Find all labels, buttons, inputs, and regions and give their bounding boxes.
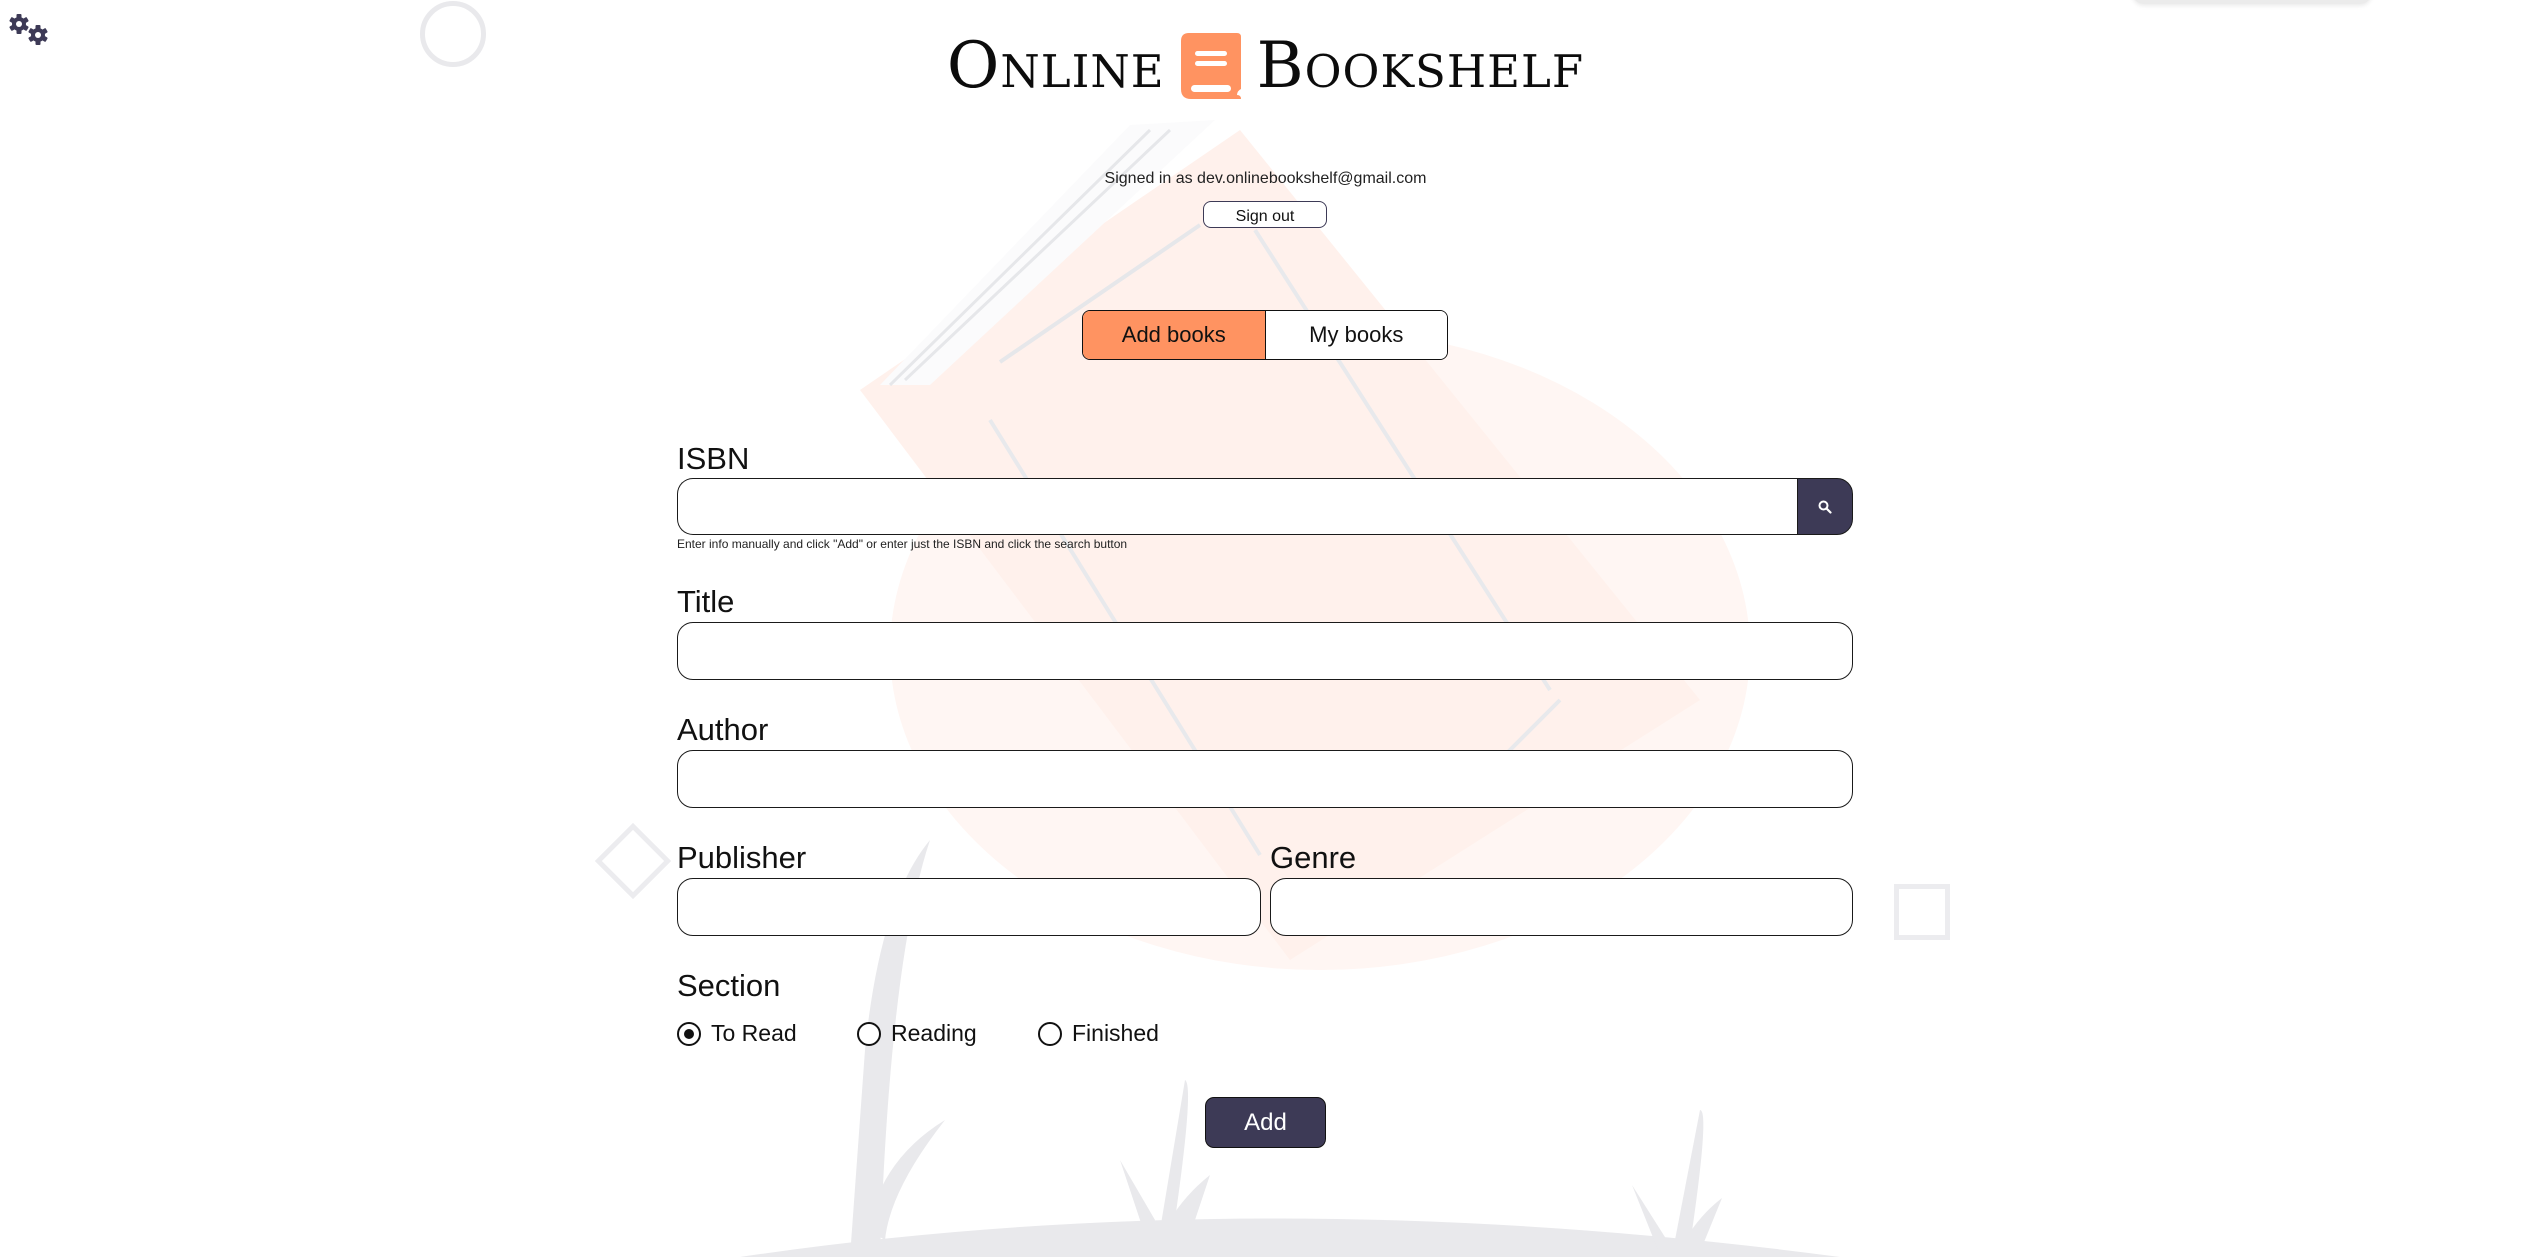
- app-logo: Online Bookshelf: [0, 30, 2531, 102]
- tab-add-books[interactable]: Add books: [1083, 311, 1266, 359]
- radio-label: Finished: [1072, 1020, 1159, 1046]
- radio-reading[interactable]: Reading: [857, 1020, 1038, 1047]
- background-hill: [740, 1218, 1840, 1257]
- radio-finished[interactable]: Finished: [1038, 1020, 1159, 1047]
- section-radio-group: To Read Reading Finished: [677, 1020, 1159, 1047]
- radio-label: Reading: [891, 1020, 977, 1046]
- isbn-field-group: [677, 478, 1853, 535]
- radio-to-read[interactable]: To Read: [677, 1020, 857, 1047]
- isbn-search-button[interactable]: [1797, 478, 1853, 535]
- radio-indicator-checked: [677, 1021, 701, 1046]
- isbn-input[interactable]: [677, 478, 1798, 535]
- isbn-hint: Enter info manually and click "Add" or e…: [677, 537, 1128, 551]
- radio-indicator: [1038, 1021, 1062, 1046]
- logo-text-online: Online: [946, 29, 1165, 103]
- radio-indicator: [857, 1021, 881, 1046]
- section-label: Section: [677, 968, 781, 1003]
- genre-label: Genre: [1270, 840, 1357, 875]
- search-icon: [1818, 500, 1832, 514]
- title-label: Title: [677, 584, 735, 619]
- view-tabs: Add books My books: [1082, 310, 1448, 360]
- signed-in-status: Signed in as dev.onlinebookshelf@gmail.c…: [1104, 170, 1427, 187]
- publisher-label: Publisher: [677, 840, 807, 875]
- add-book-button[interactable]: Add: [1205, 1097, 1326, 1148]
- sign-out-button[interactable]: Sign out: [1203, 201, 1327, 228]
- book-icon: [1180, 33, 1241, 99]
- isbn-label: ISBN: [677, 441, 750, 476]
- radio-label: To Read: [711, 1020, 797, 1046]
- top-right-panel-edge: [2132, 0, 2372, 4]
- genre-input[interactable]: [1270, 878, 1853, 936]
- publisher-input[interactable]: [677, 878, 1261, 936]
- title-input[interactable]: [677, 622, 1853, 680]
- tab-my-books[interactable]: My books: [1265, 311, 1447, 359]
- decor-square: [1894, 884, 1950, 940]
- logo-text-bookshelf: Bookshelf: [1256, 29, 1585, 103]
- author-label: Author: [677, 712, 769, 747]
- author-input[interactable]: [677, 750, 1853, 808]
